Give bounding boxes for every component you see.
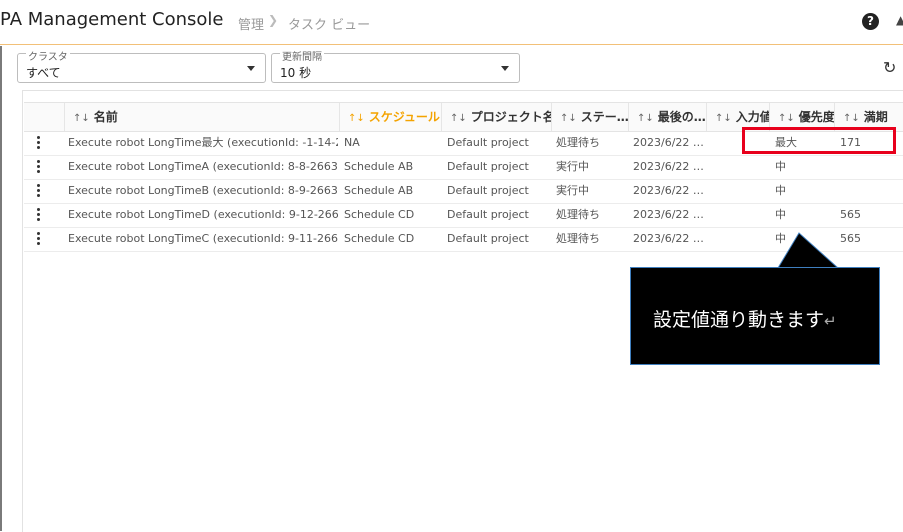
breadcrumb-task-view: タスク ビュー	[288, 18, 371, 33]
sort-icon: ↑↓	[560, 113, 577, 124]
sort-icon: ↑↓	[715, 113, 732, 124]
caret-down-icon	[247, 66, 255, 71]
cell-schedule: NA	[344, 136, 360, 149]
cell-schedule: Schedule CD	[344, 232, 415, 245]
cell-status: 処理待ち	[556, 208, 600, 221]
sort-icon: ↑↓	[73, 113, 90, 124]
cell-project: Default project	[447, 232, 529, 245]
cell-due: 565	[840, 208, 861, 221]
column-header-name[interactable]: ↑↓ 名前	[64, 103, 339, 131]
return-icon: ↵	[824, 312, 837, 330]
cell-status: 実行中	[556, 184, 589, 197]
column-header-status[interactable]: ↑↓ ステー…	[551, 103, 628, 131]
cell-due	[840, 179, 896, 203]
interval-select-value: 10 秒	[280, 66, 312, 80]
cell-due: 565	[840, 232, 861, 245]
cell-name: Execute robot LongTimeC (executionId: 9-…	[68, 232, 338, 245]
table-row[interactable]: Execute robot LongTimeB (executionId: 8-…	[24, 179, 903, 204]
cell-input	[712, 179, 768, 203]
kebab-icon[interactable]	[37, 208, 41, 222]
cell-schedule: Schedule AB	[344, 184, 414, 197]
cell-priority: 中	[775, 208, 786, 221]
cell-input	[712, 203, 768, 227]
caret-down-icon	[501, 66, 509, 71]
kebab-icon[interactable]	[37, 136, 41, 150]
cell-schedule: Schedule CD	[344, 208, 415, 221]
interval-select[interactable]: 更新間隔 10 秒	[271, 48, 520, 83]
callout-text: 設定値通り動きます↵	[653, 309, 837, 331]
kebab-icon[interactable]	[37, 160, 41, 174]
cell-project: Default project	[447, 184, 529, 197]
cell-due	[840, 155, 896, 179]
interval-select-label: 更新間隔	[280, 48, 324, 63]
cluster-select-value: すべて	[26, 66, 61, 80]
table-row[interactable]: Execute robot LongTimeD (executionId: 9-…	[24, 203, 903, 228]
cell-schedule: Schedule AB	[344, 160, 414, 173]
column-header-last[interactable]: ↑↓ 最後の…	[628, 103, 706, 131]
kebab-icon[interactable]	[37, 232, 41, 246]
callout-pointer	[778, 232, 840, 269]
cell-name: Execute robot LongTimeD (executionId: 9-…	[68, 208, 338, 221]
cell-project: Default project	[447, 136, 529, 149]
cell-priority: 中	[775, 160, 786, 173]
cell-last: 2023/6/22 …	[633, 184, 704, 197]
cell-last: 2023/6/22 …	[633, 232, 704, 245]
annotation-callout: 設定値通り動きます↵	[630, 267, 880, 365]
sort-icon: ↑↓	[637, 113, 654, 124]
cell-priority: 中	[775, 184, 786, 197]
table-row[interactable]: Execute robot LongTimeC (executionId: 9-…	[24, 227, 903, 252]
left-edge-bar	[0, 46, 2, 531]
cell-last: 2023/6/22 …	[633, 136, 704, 149]
help-icon[interactable]: ?	[862, 13, 879, 30]
breadcrumb-chevron-icon: ❯	[268, 13, 279, 27]
table-row[interactable]: Execute robot LongTimeA (executionId: 8-…	[24, 155, 903, 180]
cell-status: 実行中	[556, 160, 589, 173]
breadcrumb-admin[interactable]: 管理	[238, 14, 264, 33]
more-icon[interactable]: ▲	[896, 13, 903, 27]
top-bar: PA Management Console 管理 ❯ タスク ビュー ? ▲	[0, 0, 903, 45]
cluster-select[interactable]: クラスタ すべて	[17, 48, 266, 83]
cell-project: Default project	[447, 208, 529, 221]
cell-input	[712, 227, 768, 251]
cell-input	[712, 155, 768, 179]
app-title: PA Management Console	[0, 9, 224, 30]
cell-name: Execute robot LongTime最大 (executionId: -…	[68, 136, 338, 149]
cell-status: 処理待ち	[556, 232, 600, 245]
sort-icon: ↑↓	[778, 113, 795, 124]
sort-icon: ↑↓	[348, 113, 365, 124]
cell-name: Execute robot LongTimeA (executionId: 8-…	[68, 160, 338, 173]
kebab-icon[interactable]	[37, 184, 41, 198]
cell-project: Default project	[447, 160, 529, 173]
cell-last: 2023/6/22 …	[633, 160, 704, 173]
priority-highlight-box	[742, 127, 896, 154]
cell-last: 2023/6/22 …	[633, 208, 704, 221]
sort-icon: ↑↓	[843, 113, 860, 124]
sort-icon: ↑↓	[450, 113, 467, 124]
cluster-select-label: クラスタ	[26, 48, 70, 63]
column-header-schedule[interactable]: ↑↓ スケジュール	[339, 103, 441, 131]
column-header-project[interactable]: ↑↓ プロジェクト名	[441, 103, 551, 131]
cell-status: 処理待ち	[556, 136, 600, 149]
cell-name: Execute robot LongTimeB (executionId: 8-…	[68, 184, 338, 197]
refresh-icon[interactable]: ↻	[883, 58, 896, 77]
header-actions	[24, 103, 64, 131]
